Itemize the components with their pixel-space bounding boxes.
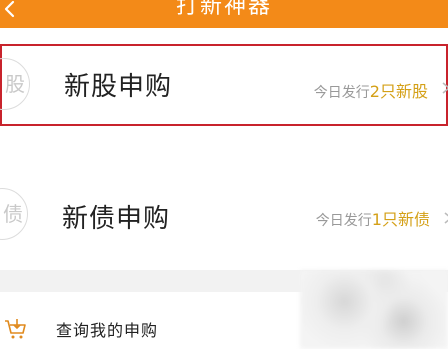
issuance-count: 1只 — [371, 210, 398, 229]
new-bond-title: 新债申购 — [62, 204, 171, 234]
issuance-prefix: 今日发行 — [315, 213, 372, 229]
header-bar: 打新神器 — [0, 0, 448, 28]
new-stock-issuance-info: 今日发行2只新股 — [314, 78, 428, 102]
blurred-region — [300, 270, 448, 349]
new-bond-issuance-info: 今日发行1只新债 — [316, 206, 430, 230]
new-bond-subscription-row[interactable]: 债 新债申购 今日发行1只新债 — [0, 158, 448, 270]
bond-badge-icon: 债 — [0, 188, 28, 240]
issuance-prefix: 今日发行 — [313, 85, 370, 101]
header-gap — [0, 28, 448, 42]
issuance-count: 2只 — [369, 82, 396, 101]
stock-badge-icon: 股 — [0, 58, 30, 110]
shopping-cart-download-icon — [5, 319, 26, 339]
chevron-right-icon — [444, 212, 448, 224]
ipo-tool-page: 打新神器 股 新股申购 今日发行2只新股 债 新债申购 今日发行1只新债 查询我… — [0, 0, 448, 349]
new-stock-title: 新股申购 — [64, 72, 173, 102]
issuance-suffix: 新债 — [397, 210, 430, 229]
issuance-suffix: 新股 — [395, 82, 428, 101]
page-title: 打新神器 — [175, 0, 272, 19]
chevron-right-icon — [442, 82, 448, 94]
new-stock-subscription-row[interactable]: 股 新股申购 今日发行2只新股 — [0, 44, 448, 126]
query-my-subscriptions-label: 查询我的申购 — [56, 321, 159, 340]
